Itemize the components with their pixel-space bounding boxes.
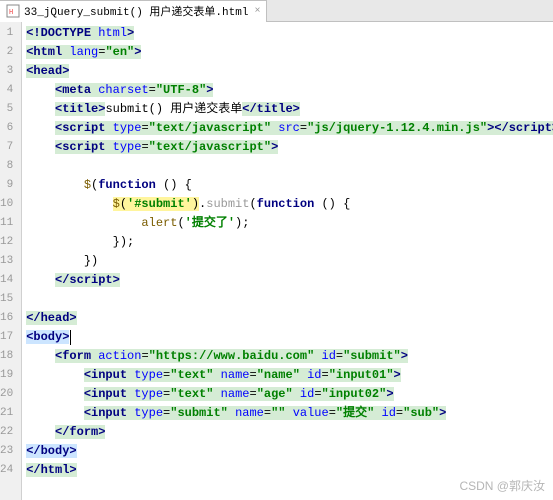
code-line: $('#submit').submit(function () { bbox=[22, 195, 553, 214]
code-line: </html> bbox=[22, 461, 553, 480]
code-line: </form> bbox=[22, 423, 553, 442]
tab-bar: H 33_jQuery_submit() 用户递交表单.html × bbox=[0, 0, 553, 22]
code-line: <form action="https://www.baidu.com" id=… bbox=[22, 347, 553, 366]
code-line: </body> bbox=[22, 442, 553, 461]
editor[interactable]: 1234 5678 9101112 13141516 17181920 2122… bbox=[0, 22, 553, 500]
code-area[interactable]: <!DOCTYPE html> <html lang="en"> <head> … bbox=[22, 22, 553, 500]
line-number-gutter: 1234 5678 9101112 13141516 17181920 2122… bbox=[0, 22, 22, 500]
code-line: <body> bbox=[22, 328, 553, 347]
code-line: <!DOCTYPE html> bbox=[22, 24, 553, 43]
code-line: <meta charset="UTF-8"> bbox=[22, 81, 553, 100]
code-line: <input type="text" name="name" id="input… bbox=[22, 366, 553, 385]
code-line: alert('提交了'); bbox=[22, 214, 553, 233]
code-line: </script> bbox=[22, 271, 553, 290]
html-file-icon: H bbox=[6, 4, 20, 18]
code-line: </head> bbox=[22, 309, 553, 328]
svg-text:H: H bbox=[9, 9, 13, 17]
code-line: <html lang="en"> bbox=[22, 43, 553, 62]
code-line bbox=[22, 290, 553, 309]
code-line: <input type="text" name="age" id="input0… bbox=[22, 385, 553, 404]
code-line: <head> bbox=[22, 62, 553, 81]
code-line bbox=[22, 157, 553, 176]
code-line: }) bbox=[22, 252, 553, 271]
code-line: <script type="text/javascript"> bbox=[22, 138, 553, 157]
code-line: $(function () { bbox=[22, 176, 553, 195]
code-line: <input type="submit" name="" value="提交" … bbox=[22, 404, 553, 423]
code-line: <title>submit() 用户递交表单</title> bbox=[22, 100, 553, 119]
close-icon[interactable]: × bbox=[254, 6, 260, 17]
code-line: <script type="text/javascript" src="js/j… bbox=[22, 119, 553, 138]
code-line: }); bbox=[22, 233, 553, 252]
file-tab[interactable]: H 33_jQuery_submit() 用户递交表单.html × bbox=[0, 0, 267, 22]
tab-filename: 33_jQuery_submit() 用户递交表单.html bbox=[24, 3, 248, 19]
